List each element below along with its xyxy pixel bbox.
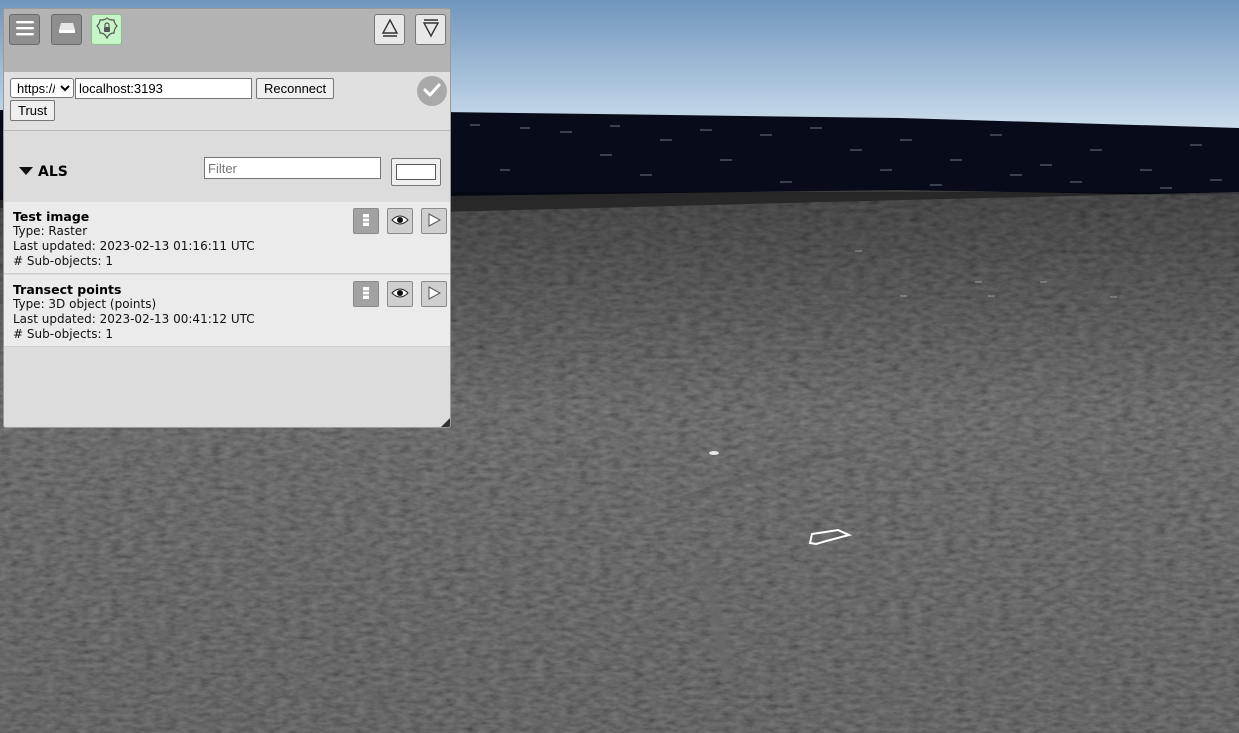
play-button[interactable] — [421, 208, 447, 234]
object-subobjects: # Sub-objects: 1 — [13, 327, 113, 341]
triangle-down-icon — [19, 165, 33, 179]
checkmark-icon — [423, 82, 441, 101]
ruler-icon — [360, 213, 372, 230]
connection-status — [417, 76, 447, 106]
security-button[interactable] — [91, 14, 122, 45]
eye-icon — [391, 287, 409, 302]
list-empty-area — [4, 349, 450, 427]
security-lock-icon — [95, 17, 118, 42]
trust-button[interactable]: Trust — [10, 100, 56, 121]
list-item: Test image Type: Raster Last updated: 20… — [4, 202, 450, 274]
play-icon — [427, 212, 442, 230]
layers-button[interactable] — [51, 14, 82, 45]
object-panel: https:// Reconnect Trust ALS Test image … — [3, 8, 451, 428]
connection-bar: https:// Reconnect Trust — [4, 72, 450, 131]
color-swatch — [396, 164, 436, 180]
move-down-button[interactable] — [415, 14, 446, 45]
measure-button[interactable] — [353, 208, 379, 234]
visibility-button[interactable] — [387, 281, 413, 307]
play-button[interactable] — [421, 281, 447, 307]
ruler-icon — [360, 286, 372, 303]
play-icon — [427, 285, 442, 303]
list-item: Transect points Type: 3D object (points)… — [4, 275, 450, 347]
measure-button[interactable] — [353, 281, 379, 307]
panel-toolbar — [4, 9, 450, 72]
triangle-down-icon — [421, 18, 441, 41]
visibility-button[interactable] — [387, 208, 413, 234]
group-header: ALS — [4, 131, 450, 201]
reconnect-button[interactable]: Reconnect — [256, 78, 335, 99]
object-updated: Last updated: 2023-02-13 00:41:12 UTC — [13, 312, 255, 326]
object-name: Test image — [13, 209, 90, 224]
object-type: Type: 3D object (points) — [13, 297, 157, 311]
triangle-up-icon — [380, 18, 400, 41]
object-name: Transect points — [13, 282, 122, 297]
menu-button[interactable] — [9, 14, 40, 45]
eye-icon — [391, 214, 409, 229]
move-up-button[interactable] — [374, 14, 405, 45]
group-title: ALS — [38, 164, 68, 180]
group-toggle[interactable]: ALS — [19, 164, 68, 180]
resize-handle[interactable] — [441, 418, 450, 427]
object-updated: Last updated: 2023-02-13 01:16:11 UTC — [13, 239, 255, 253]
layers-icon — [58, 21, 76, 38]
hamburger-menu-icon — [15, 19, 35, 40]
host-input[interactable] — [75, 78, 252, 99]
protocol-select[interactable]: https:// — [10, 78, 74, 98]
filter-input[interactable] — [204, 157, 381, 179]
object-type: Type: Raster — [13, 224, 88, 238]
color-picker[interactable] — [391, 158, 441, 186]
object-subobjects: # Sub-objects: 1 — [13, 254, 113, 268]
